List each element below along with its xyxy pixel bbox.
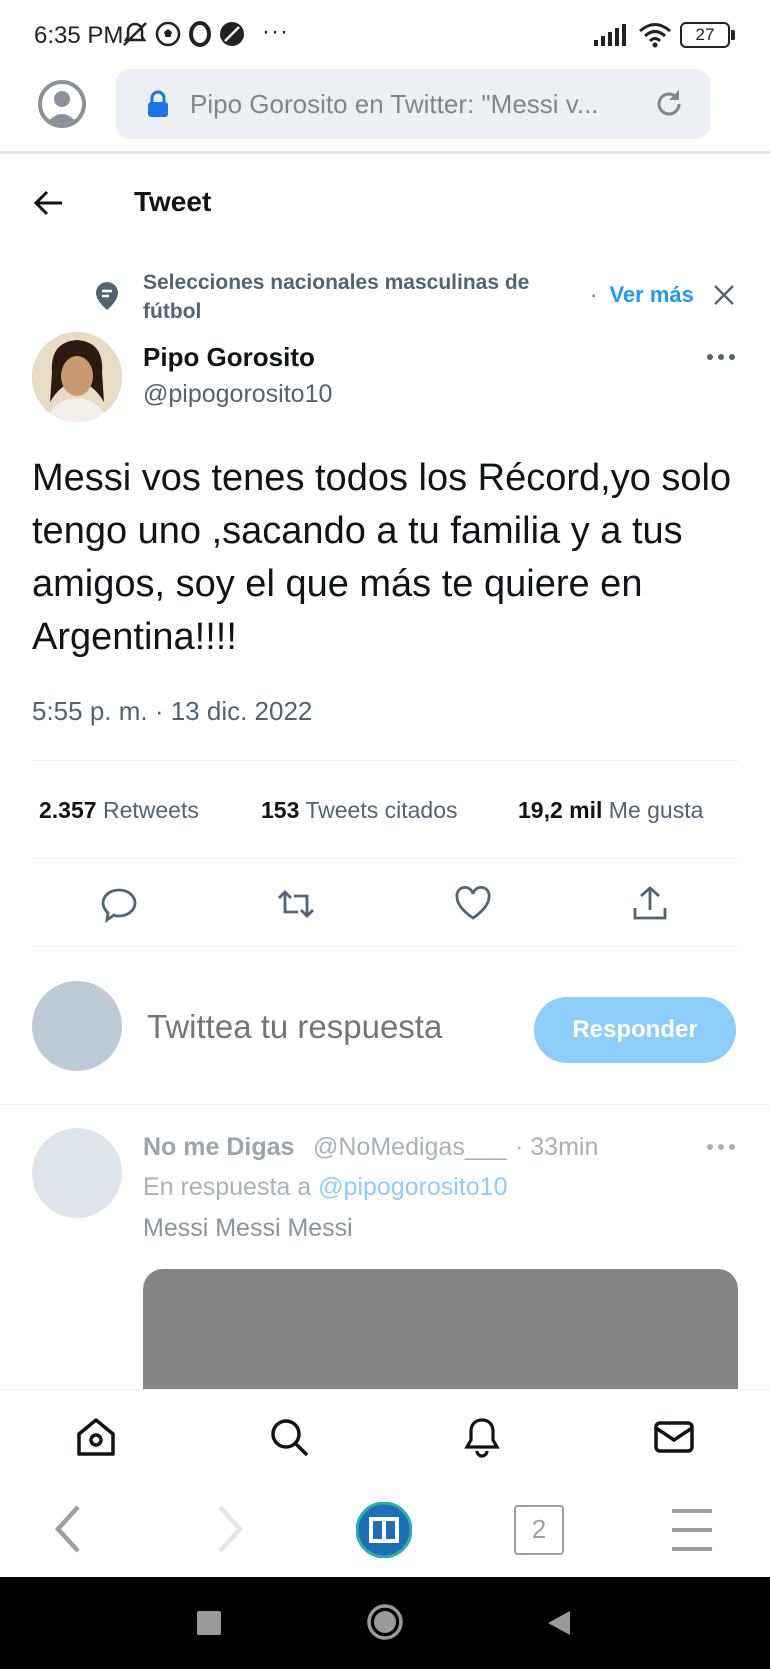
divider	[32, 858, 738, 859]
messages-icon[interactable]	[653, 1416, 695, 1458]
quotes-count: 153	[261, 797, 300, 823]
opera-icon	[189, 21, 211, 47]
topic-separator: ·	[590, 282, 598, 307]
tweet-text: Messi vos tenes todos los Récord,yo solo…	[32, 457, 732, 658]
address-bar[interactable]: Pipo Gorosito en Twitter: "Messi v...	[116, 69, 710, 139]
status-bar: 6:35 PM ··· 27	[0, 0, 770, 66]
quotes-stat[interactable]: 153 Tweets citados	[261, 797, 458, 824]
in-reply-prefix: En respuesta a	[143, 1173, 312, 1201]
topic-icon	[96, 282, 118, 310]
recents-icon[interactable]	[197, 1611, 221, 1635]
url-text: Pipo Gorosito en Twitter: "Messi v...	[190, 89, 599, 119]
lock-icon	[148, 90, 168, 117]
user-avatar	[32, 981, 122, 1071]
page-title: Tweet	[134, 186, 212, 217]
data-saver-icon	[220, 22, 244, 46]
back-arrow-icon[interactable]	[32, 188, 66, 218]
browser-home-icon[interactable]	[356, 1502, 412, 1558]
status-more: ···	[262, 18, 289, 45]
likes-stat[interactable]: 19,2 mil Me gusta	[518, 797, 703, 824]
battery-indicator: 27	[680, 22, 735, 48]
reply-author-name[interactable]: No me Digas	[143, 1133, 294, 1162]
author-photo	[32, 332, 122, 422]
reply-button[interactable]: Responder	[534, 997, 736, 1063]
likes-label: Me gusta	[608, 797, 704, 823]
in-reply-handle-link[interactable]: @pipogorosito10	[318, 1173, 507, 1201]
more-options-icon[interactable]	[706, 352, 736, 362]
search-icon[interactable]	[268, 1416, 310, 1458]
soccer-ball-icon	[155, 21, 181, 47]
reply-media[interactable]	[143, 1269, 738, 1389]
reply-input[interactable]	[147, 1008, 507, 1046]
close-icon[interactable]	[712, 283, 736, 307]
browser-divider	[0, 151, 770, 154]
retweets-stat[interactable]: 2.357 Retweets	[39, 797, 199, 824]
retweets-label: Retweets	[102, 797, 199, 823]
system-home-icon[interactable]	[366, 1603, 404, 1641]
reply-icon[interactable]	[99, 884, 139, 924]
topic-more-link[interactable]: Ver más	[609, 282, 693, 307]
like-icon[interactable]	[453, 884, 493, 924]
wifi-icon	[639, 23, 671, 48]
share-icon[interactable]	[630, 884, 670, 924]
author-handle[interactable]: @pipogorosito10	[143, 380, 332, 409]
topic-label[interactable]: Selecciones nacionales masculinas de fút…	[143, 268, 583, 326]
likes-count: 19,2 mil	[518, 797, 603, 823]
system-back-icon[interactable]	[546, 1609, 572, 1637]
reply-author-handle[interactable]: @NoMedigas___	[313, 1133, 507, 1162]
divider	[0, 1104, 770, 1105]
in-reply-to: En respuesta a @pipogorosito10	[143, 1173, 508, 1202]
notifications-icon[interactable]	[461, 1416, 503, 1458]
tweet-timestamp[interactable]: 5:55 p. m. · 13 dic. 2022	[32, 696, 312, 727]
browser-back-icon[interactable]	[52, 1503, 84, 1555]
retweet-icon[interactable]	[276, 884, 316, 924]
reload-icon[interactable]	[652, 87, 686, 121]
tab-count-button[interactable]: 2	[514, 1505, 564, 1555]
divider	[32, 760, 738, 761]
retweets-count: 2.357	[39, 797, 97, 823]
browser-menu-icon[interactable]	[670, 1507, 714, 1553]
more-options-icon[interactable]	[706, 1142, 736, 1152]
author-avatar[interactable]	[32, 332, 122, 422]
reply-author-avatar[interactable]	[32, 1128, 122, 1218]
notifications-muted-icon	[123, 22, 147, 46]
quotes-label: Tweets citados	[305, 797, 458, 823]
divider	[32, 946, 738, 947]
home-icon[interactable]	[75, 1416, 117, 1458]
person-icon	[46, 91, 78, 124]
reply-time[interactable]: · 33min	[515, 1133, 598, 1162]
author-name[interactable]: Pipo Gorosito	[143, 342, 315, 373]
signal-icon	[594, 24, 626, 46]
reply-text: Messi Messi Messi	[143, 1214, 353, 1242]
browser-forward-icon[interactable]	[214, 1503, 246, 1555]
topic-more-group: · Ver más	[590, 282, 694, 308]
status-time: 6:35 PM	[34, 22, 124, 49]
browser-profile-icon[interactable]	[38, 80, 86, 128]
